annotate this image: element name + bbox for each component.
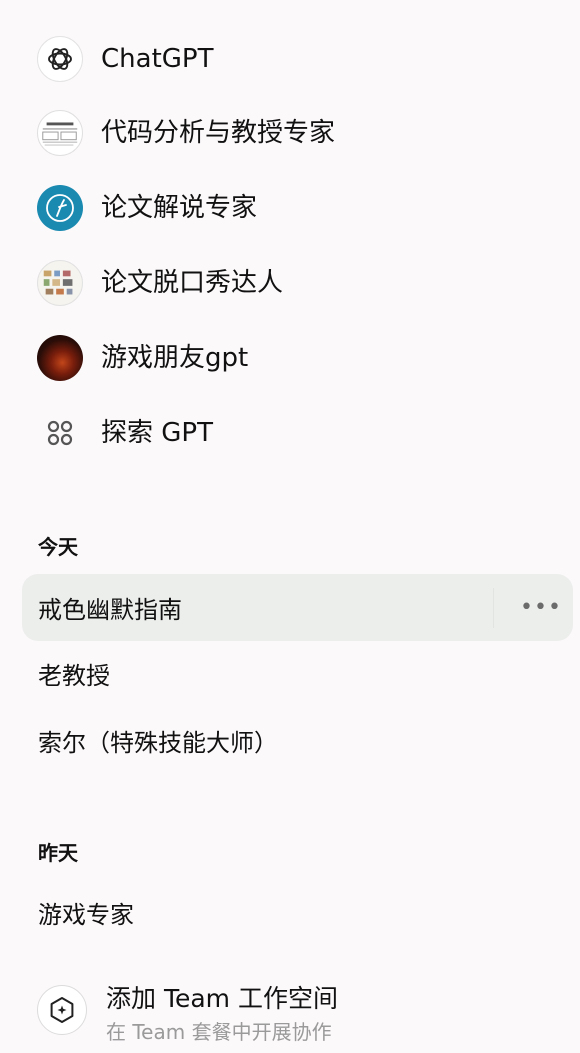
gpt-item-chatgpt[interactable]: ChatGPT (0, 21, 580, 96)
team-add-icon (37, 985, 87, 1035)
add-team-workspace-button[interactable]: 添加 Team 工作空间 在 Team 套餐中开展协作 (0, 975, 580, 1053)
chat-label: 游戏专家 (38, 901, 134, 929)
chat-item[interactable]: 老教授 (22, 640, 573, 707)
gpt-label: 游戏朋友gpt (101, 342, 249, 373)
code-expert-avatar (37, 109, 83, 156)
team-subtitle: 在 Team 套餐中开展协作 (106, 1020, 332, 1044)
gpt-item-paper-standup[interactable]: 论文脱口秀达人 (0, 245, 580, 320)
gpt-label: 探索 GPT (101, 417, 213, 448)
team-title: 添加 Team 工作空间 (106, 984, 338, 1013)
gpt-item-paper-explainer[interactable]: 论文解说专家 (0, 170, 580, 245)
section-today-header: 今天 (38, 535, 78, 559)
chat-label: 索尔（特殊技能大师） (38, 729, 278, 757)
gpt-label: 论文解说专家 (101, 192, 258, 223)
chat-label: 戒色幽默指南 (38, 596, 182, 624)
chat-label: 老教授 (38, 662, 110, 690)
openai-logo-icon (37, 35, 83, 82)
gpt-item-code-expert[interactable]: 代码分析与教授专家 (0, 95, 580, 170)
chat-item-active[interactable]: 戒色幽默指南 ••• (22, 574, 573, 641)
gpt-label: 代码分析与教授专家 (101, 117, 336, 148)
chat-item[interactable]: 游戏专家 (22, 879, 573, 946)
gpt-label: ChatGPT (101, 43, 214, 74)
paper-explainer-avatar (37, 184, 83, 231)
chat-item[interactable]: 索尔（特殊技能大师） (22, 707, 573, 774)
more-options-icon[interactable]: ••• (520, 590, 561, 624)
sidebar-page: ChatGPT 代码分析与教授专家 论文解说专家 论文脱口秀达人 游戏朋友gpt… (0, 0, 580, 1053)
divider (493, 588, 513, 628)
explore-gpts-button[interactable]: 探索 GPT (0, 395, 580, 470)
explore-grid-icon (37, 410, 83, 456)
gpt-label: 论文脱口秀达人 (101, 267, 284, 298)
paper-standup-avatar (37, 259, 83, 306)
gpt-item-game-friend[interactable]: 游戏朋友gpt (0, 320, 580, 395)
game-friend-avatar (37, 334, 83, 381)
section-yesterday-header: 昨天 (38, 841, 78, 865)
